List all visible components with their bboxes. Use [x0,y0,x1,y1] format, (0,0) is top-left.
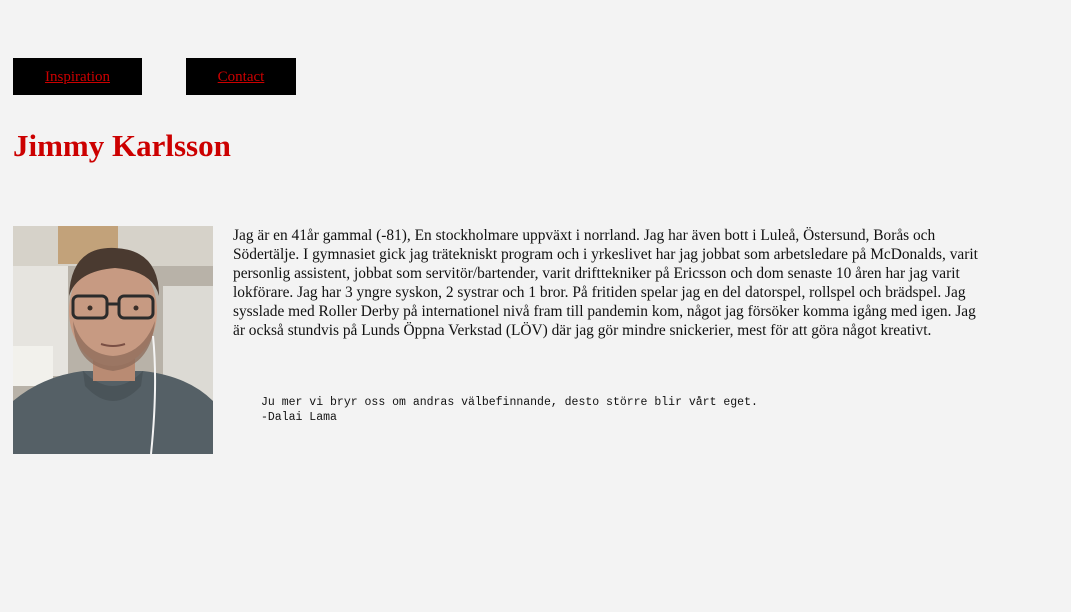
quote-block: Ju mer vi bryr oss om andras välbefinnan… [261,395,758,425]
quote-author: -Dalai Lama [261,411,337,424]
page-title: Jimmy Karlsson [13,128,231,163]
nav-link-inspiration[interactable]: Inspiration [45,69,110,86]
page: Inspiration Contact Jimmy Karlsson Jag ä… [0,0,1071,612]
quote-text: Ju mer vi bryr oss om andras välbefinnan… [261,396,758,409]
profile-photo [13,226,213,454]
nav-button-contact[interactable]: Contact [186,58,296,95]
nav-button-inspiration[interactable]: Inspiration [13,58,142,95]
bio-text: Jag är en 41år gammal (-81), En stockhol… [233,227,978,339]
nav-link-contact[interactable]: Contact [218,69,265,86]
